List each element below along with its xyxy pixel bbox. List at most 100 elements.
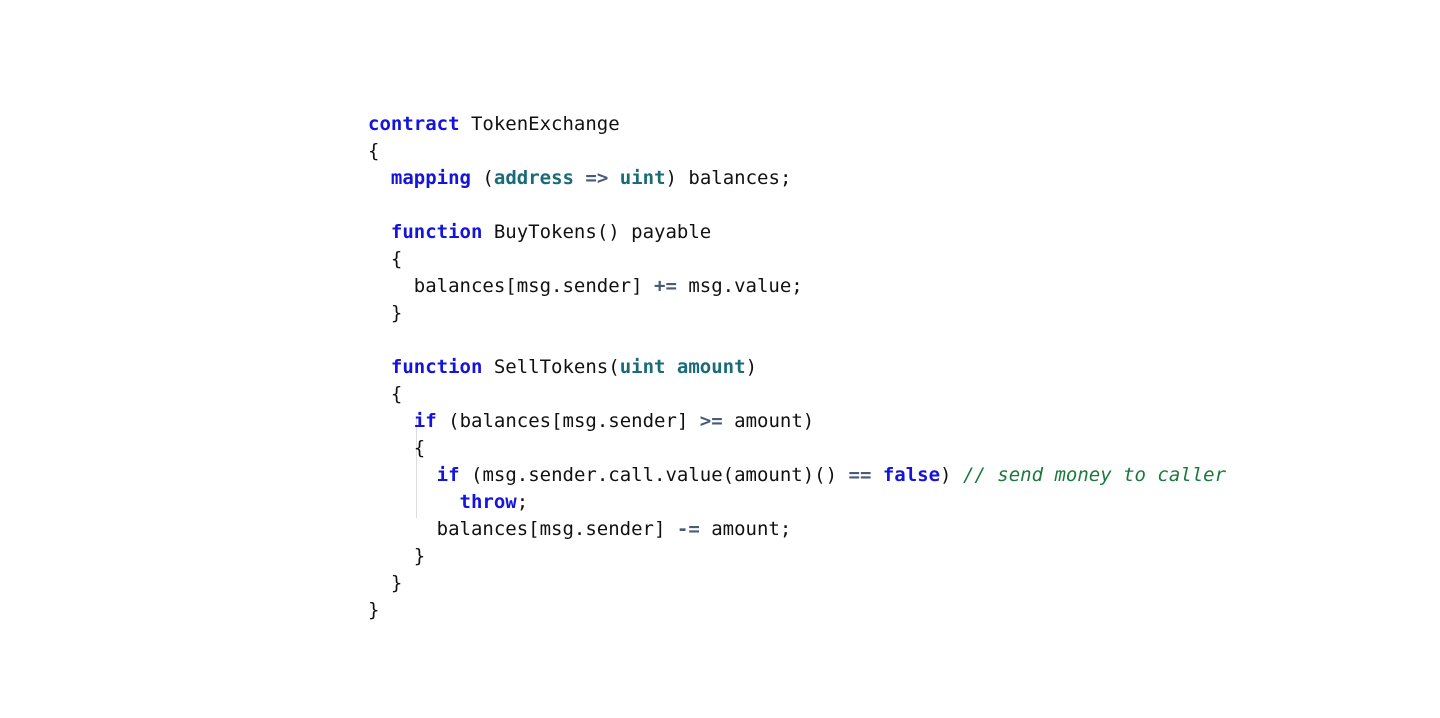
token-param-amount: amount: [676, 356, 746, 378]
token-contract-name: TokenExchange: [470, 113, 620, 135]
token-semicolon: ;: [779, 518, 792, 540]
token-literal-false: false: [882, 464, 941, 486]
code-line-19: }: [368, 597, 1226, 624]
token-function-name-buytokens: BuyTokens: [493, 221, 597, 243]
token-close-paren: ): [802, 410, 815, 432]
code-block[interactable]: contract TokenExchange{ mapping (address…: [368, 111, 1226, 624]
token-type-uint: uint: [619, 167, 666, 189]
token-open-paren: (: [482, 167, 494, 189]
token-keyword-function: function: [390, 221, 483, 243]
token-open-paren: (: [448, 410, 460, 432]
code-line-17: }: [368, 543, 1226, 570]
token-modifier-payable: payable: [631, 221, 712, 243]
token-var-amount: amount: [734, 410, 803, 432]
token-comment-send-money: // send money to caller: [962, 464, 1227, 486]
token-operator-arrow: =>: [585, 167, 609, 189]
code-line-2: {: [368, 138, 1226, 165]
code-line-18: }: [368, 570, 1226, 597]
code-line-9-blank: [368, 327, 1226, 354]
token-close-paren: ): [940, 464, 952, 486]
code-line-10: function SellTokens(uint amount): [368, 354, 1226, 381]
token-keyword-if: if: [436, 464, 460, 486]
token-var-amount: amount: [711, 518, 780, 540]
token-operator-plus-equals: +=: [654, 275, 677, 297]
token-semicolon: ;: [791, 275, 803, 297]
token-type-address: address: [493, 167, 574, 189]
token-keyword-contract: contract: [368, 113, 460, 135]
token-keyword-mapping: mapping: [390, 167, 471, 189]
token-open-brace: {: [390, 383, 403, 405]
token-open-brace: {: [413, 437, 426, 459]
token-close-brace: }: [390, 572, 403, 594]
token-type-uint: uint: [619, 356, 666, 378]
token-open-paren: (: [470, 464, 483, 486]
code-line-8: }: [368, 300, 1226, 327]
token-keyword-function: function: [390, 356, 483, 378]
code-line-13: {: [368, 435, 1226, 462]
token-close-brace: }: [368, 599, 380, 621]
token-operator-minus-equals: -=: [676, 518, 700, 540]
code-line-15: throw;: [368, 489, 1226, 516]
token-keyword-throw: throw: [459, 491, 517, 513]
code-line-12: if (balances[msg.sender] >= amount): [368, 408, 1226, 435]
token-operator-greater-equals: >=: [699, 410, 723, 432]
token-open-brace: {: [390, 248, 403, 270]
token-close-brace: }: [390, 302, 403, 324]
token-expr-balances-index: balances[msg.sender]: [436, 518, 666, 540]
code-line-16: balances[msg.sender] -= amount;: [368, 516, 1226, 543]
token-expr-msg-value: msg.value: [688, 275, 792, 297]
token-open-brace: {: [368, 140, 380, 162]
token-semicolon: ;: [779, 167, 792, 189]
token-operator-equals-equals: ==: [848, 464, 872, 486]
code-line-14: if (msg.sender.call.value(amount)() == f…: [368, 462, 1226, 489]
token-close-paren: ): [745, 356, 758, 378]
token-semicolon: ;: [516, 491, 529, 513]
code-line-4-blank: [368, 192, 1226, 219]
code-listing-figure: contract TokenExchange{ mapping (address…: [0, 0, 1440, 718]
code-line-3: mapping (address => uint) balances;: [368, 165, 1226, 192]
token-close-paren: ): [665, 167, 677, 189]
token-expr-balances-index: balances[msg.sender]: [459, 410, 689, 432]
token-var-balances: balances: [688, 167, 780, 189]
token-open-paren: (: [608, 356, 620, 378]
code-line-6: {: [368, 246, 1226, 273]
token-expr-external-call: msg.sender.call.value(amount)(): [482, 464, 838, 486]
token-function-name-selltokens: SellTokens: [493, 356, 609, 378]
token-close-brace: }: [413, 545, 426, 567]
code-line-7: balances[msg.sender] += msg.value;: [368, 273, 1226, 300]
token-keyword-if: if: [413, 410, 437, 432]
token-parens: (): [596, 221, 620, 243]
code-line-5: function BuyTokens() payable: [368, 219, 1226, 246]
